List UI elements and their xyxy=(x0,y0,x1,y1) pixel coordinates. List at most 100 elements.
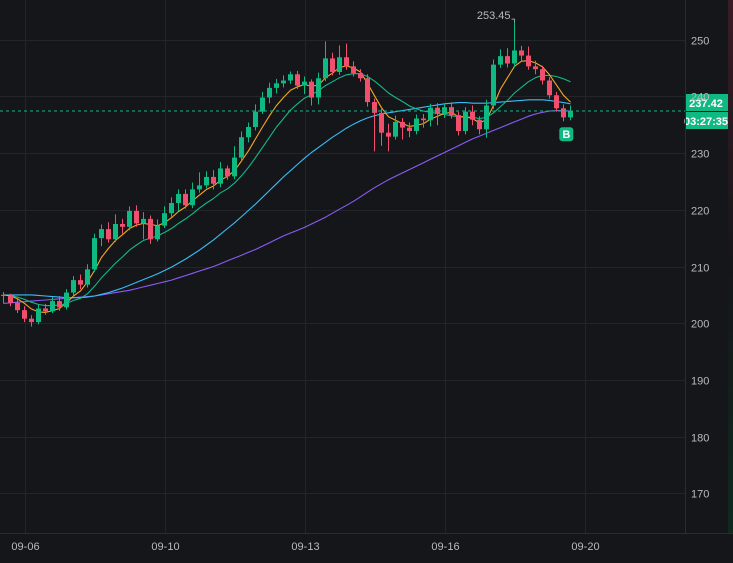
candle-body xyxy=(288,74,293,81)
candle-body xyxy=(295,74,300,86)
candle-body xyxy=(316,78,321,98)
x-tick-label: 09-13 xyxy=(291,541,319,553)
candle-body xyxy=(491,64,496,106)
y-tick-label: 190 xyxy=(691,376,709,388)
buy-marker-label: B xyxy=(562,129,570,141)
candle-body xyxy=(470,111,475,120)
candle-body xyxy=(253,111,258,128)
candle-body xyxy=(393,121,398,137)
candle-body xyxy=(22,310,27,319)
candle-body xyxy=(456,115,461,131)
candle-body xyxy=(29,318,34,323)
y-tick-label: 220 xyxy=(691,206,709,218)
candle-body xyxy=(519,50,524,56)
candle-body xyxy=(99,229,104,239)
candle-body xyxy=(57,301,62,308)
candle-body xyxy=(554,95,559,109)
y-tick-label: 230 xyxy=(691,149,709,161)
x-tick-label: 09-10 xyxy=(151,541,179,553)
candle-body xyxy=(36,308,41,323)
candle-body xyxy=(540,69,545,81)
candle-body xyxy=(533,66,538,70)
candle-body xyxy=(323,58,328,79)
candle-body xyxy=(365,78,370,103)
candle-body xyxy=(484,105,489,130)
candle-body xyxy=(232,157,237,177)
candle-body xyxy=(274,83,279,88)
y-tick-label: 250 xyxy=(691,36,709,48)
x-tick-label: 09-20 xyxy=(571,541,599,553)
candle-body xyxy=(400,121,405,128)
candle-body xyxy=(120,223,125,227)
candle xyxy=(365,74,370,107)
candlestick-chart[interactable]: 253.45237.4203:27:35B 250240230220210200… xyxy=(0,0,733,563)
candle-body xyxy=(414,118,419,131)
candle-body xyxy=(547,80,552,96)
candle-body xyxy=(78,280,83,285)
candle-body xyxy=(267,87,272,98)
candle-body xyxy=(302,81,307,86)
candle-body xyxy=(239,137,244,158)
high-marker-label: 253.45 xyxy=(477,10,511,22)
y-tick-label: 210 xyxy=(691,263,709,275)
candle-body xyxy=(71,280,76,293)
candle-body xyxy=(204,176,209,186)
candle-body xyxy=(169,202,174,214)
candle-body xyxy=(218,168,223,184)
candle-body xyxy=(260,97,265,112)
candle-body xyxy=(1,294,6,296)
candle-body xyxy=(568,111,573,118)
candle-body xyxy=(197,185,202,190)
candle-body xyxy=(526,55,531,67)
candle-body xyxy=(246,127,251,138)
candle-body xyxy=(498,56,503,65)
y-tick-label: 180 xyxy=(691,433,709,445)
candle-body xyxy=(176,193,181,203)
candle-body xyxy=(463,111,468,131)
candle-body xyxy=(351,66,356,74)
x-tick-label: 09-06 xyxy=(11,541,39,553)
candle-body xyxy=(211,176,216,184)
candle-body xyxy=(337,57,342,73)
y-tick-label: 200 xyxy=(691,319,709,331)
candle-body xyxy=(561,108,566,118)
candle xyxy=(92,233,97,273)
candle-body xyxy=(134,210,139,224)
candle-body xyxy=(421,118,426,121)
candle-body xyxy=(379,112,384,133)
candle-body xyxy=(106,229,111,240)
candle-body xyxy=(505,56,510,64)
candle-body xyxy=(8,295,13,303)
candle-body xyxy=(85,269,90,285)
candle-body xyxy=(43,308,48,312)
candle-body xyxy=(162,213,167,226)
candle-body xyxy=(113,223,118,240)
y-tick-label: 170 xyxy=(691,489,709,501)
candle-body xyxy=(330,58,335,73)
candle-body xyxy=(477,119,482,130)
countdown-label: 03:27:35 xyxy=(684,116,728,128)
candle-body xyxy=(127,210,132,227)
candle-body xyxy=(281,80,286,84)
candle-body xyxy=(358,73,363,79)
candle-body xyxy=(344,57,349,67)
candle-body xyxy=(309,81,314,98)
candle-body xyxy=(407,127,412,131)
candle-body xyxy=(155,225,160,240)
candle-body xyxy=(386,132,391,137)
candle-body xyxy=(190,189,195,206)
candle-body xyxy=(15,302,20,311)
candle xyxy=(491,59,496,109)
candle-body xyxy=(148,218,153,240)
candle-body xyxy=(225,168,230,177)
candle-body xyxy=(64,292,69,308)
candle-body xyxy=(141,218,146,224)
x-tick-label: 09-16 xyxy=(431,541,459,553)
y-tick-label: 240 xyxy=(691,92,709,104)
candle-body xyxy=(50,301,55,312)
candle-body xyxy=(183,193,188,206)
candle-body xyxy=(512,50,517,64)
candle-body xyxy=(92,238,97,270)
sentiment-strip xyxy=(728,0,733,533)
candle-body xyxy=(428,107,433,121)
